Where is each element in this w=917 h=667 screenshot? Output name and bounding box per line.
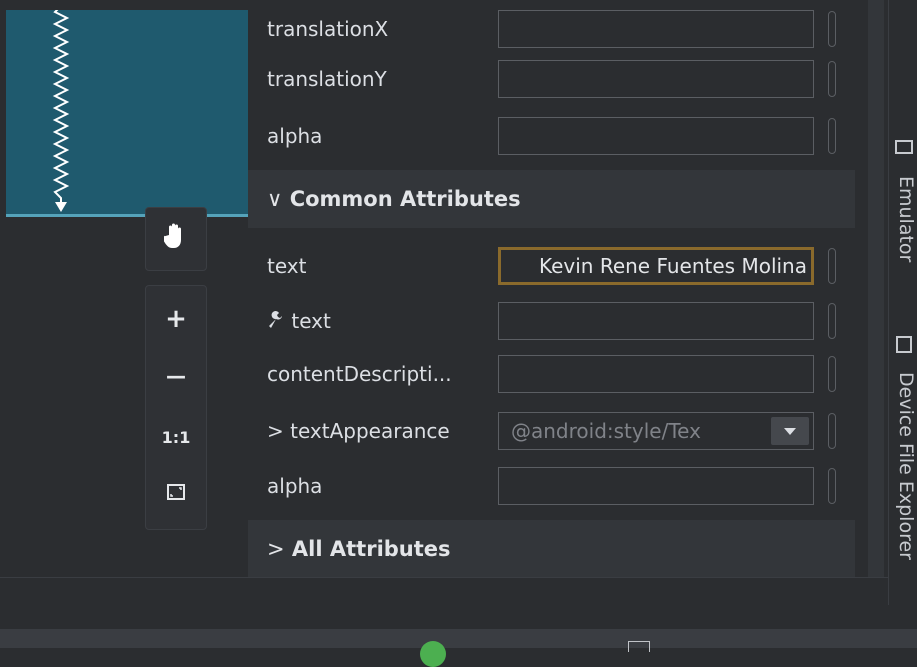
chevron-right-icon: > [267, 537, 285, 561]
dropdown-button[interactable] [771, 417, 809, 445]
attr-row-text: text Kevin Rene Fuentes Molina [248, 237, 855, 295]
alpha-field[interactable] [498, 117, 814, 155]
resource-picker-button[interactable] [828, 468, 836, 504]
right-tool-window-bar: Emulator Device File Explorer [888, 0, 917, 605]
attr-label: alpha [267, 474, 323, 498]
attr-label: translationY [267, 67, 387, 91]
tools-text-field[interactable] [498, 302, 814, 340]
attr-label: > textAppearance [267, 419, 450, 443]
text-appearance-dropdown[interactable]: @android:style/Tex [498, 412, 814, 450]
attr-row-tools-text: text [248, 292, 855, 350]
common-attributes-title: ∨ Common Attributes [267, 187, 521, 211]
resource-picker-button[interactable] [828, 248, 836, 284]
wrench-icon [267, 309, 291, 333]
window-icon[interactable] [628, 641, 650, 652]
translationy-field[interactable] [498, 60, 814, 98]
emulator-tab[interactable]: Emulator [895, 140, 917, 262]
chevron-down-icon: ∨ [267, 187, 283, 211]
device-file-explorer-label: Device File Explorer [895, 372, 917, 560]
canvas-background [6, 217, 248, 577]
all-attributes-header[interactable]: > All Attributes [248, 520, 855, 578]
pan-toolbar [145, 207, 207, 271]
attr-row-content-description: contentDescripti... [248, 345, 855, 403]
fit-screen-icon [167, 484, 185, 500]
attr-label: text [267, 254, 307, 278]
design-canvas[interactable] [6, 10, 248, 217]
all-attributes-title: > All Attributes [267, 537, 451, 561]
attr-row-translationy: translationY [248, 50, 855, 108]
tools-text-label: text [291, 309, 331, 333]
attr-row-text-appearance: > textAppearance @android:style/Tex [248, 402, 855, 460]
chevron-right-icon[interactable]: > [267, 419, 284, 443]
fit-screen-button[interactable] [146, 482, 206, 506]
zigzag-constraint-icon [52, 10, 70, 212]
hand-icon [161, 223, 181, 248]
emulator-icon [895, 140, 913, 154]
section-title-text: Common Attributes [289, 187, 521, 211]
attr-row-alpha: alpha [248, 107, 855, 165]
resource-picker-button[interactable] [828, 413, 836, 449]
translationx-field[interactable] [498, 10, 814, 48]
resource-picker-button[interactable] [828, 61, 836, 97]
text-field[interactable]: Kevin Rene Fuentes Molina [498, 247, 814, 285]
resource-picker-button[interactable] [828, 356, 836, 392]
text-appearance-value: @android:style/Tex [511, 419, 701, 443]
resource-picker-button[interactable] [828, 11, 836, 47]
zoom-in-button[interactable]: + [146, 304, 206, 334]
attr-label: text [267, 309, 331, 333]
attr-label: contentDescripti... [267, 362, 452, 386]
attributes-panel: translationX translationY alpha ∨ Common… [248, 0, 855, 578]
status-indicator-icon[interactable] [420, 641, 446, 667]
attr-label: translationX [267, 17, 389, 41]
section-title-text: All Attributes [291, 537, 451, 561]
pan-button[interactable] [146, 222, 206, 254]
zoom-toolbar: + — 1:1 [145, 285, 207, 530]
panel-scrollbar-track[interactable] [868, 0, 884, 605]
device-file-explorer-icon [896, 336, 912, 353]
alpha-field-2[interactable] [498, 467, 814, 505]
device-file-explorer-tab[interactable]: Device File Explorer [895, 336, 917, 560]
bottom-panel [0, 577, 888, 630]
content-description-field[interactable] [498, 355, 814, 393]
resource-picker-button[interactable] [828, 303, 836, 339]
text-appearance-label: textAppearance [290, 419, 450, 443]
zoom-out-button[interactable]: — [146, 364, 206, 388]
status-bar [0, 629, 917, 648]
attr-label: alpha [267, 124, 323, 148]
actual-size-button[interactable]: 1:1 [146, 428, 206, 447]
common-attributes-header[interactable]: ∨ Common Attributes [248, 170, 855, 228]
emulator-label: Emulator [895, 176, 917, 263]
attr-row-alpha-2: alpha [248, 457, 855, 515]
resource-picker-button[interactable] [828, 118, 836, 154]
chevron-down-icon [784, 428, 796, 435]
